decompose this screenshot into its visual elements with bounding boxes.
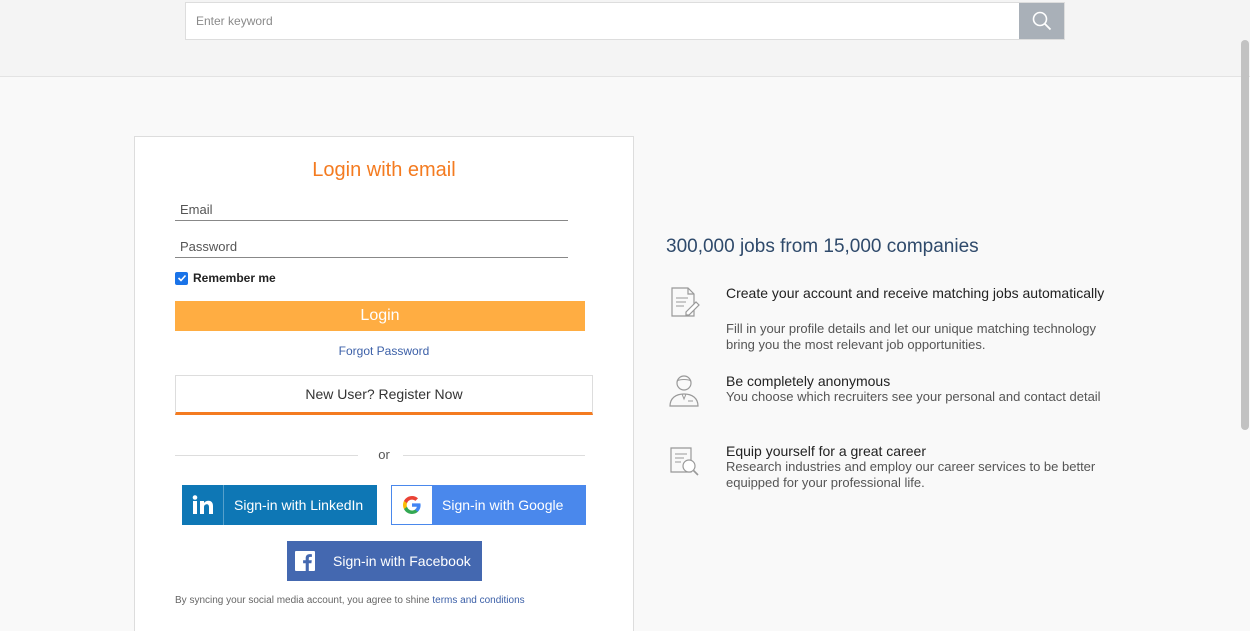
feature-description: Fill in your profile details and let our… [726, 321, 1096, 352]
password-field[interactable] [175, 236, 568, 257]
top-bar [0, 0, 1250, 77]
feature-title: Equip yourself for a great career [726, 443, 926, 459]
terms-link[interactable]: terms and conditions [432, 595, 524, 606]
search-input[interactable] [186, 3, 1020, 39]
terms-text: By syncing your social media account, yo… [175, 595, 525, 606]
remember-checkbox[interactable] [175, 271, 188, 285]
document-edit-icon [666, 284, 702, 320]
forgot-password-link: Forgot Password [135, 344, 633, 358]
feature-title: Create your account and receive matching… [726, 285, 1105, 301]
email-field[interactable] [175, 199, 568, 220]
login-card: Login with email Remember me Login Forgo… [134, 136, 634, 631]
google-label: Sign-in with Google [442, 497, 564, 513]
remember-label: Remember me [193, 271, 276, 285]
linkedin-icon [182, 485, 224, 525]
scrollbar[interactable] [1241, 40, 1249, 430]
promo-panel: 300,000 jobs from 15,000 companies Creat… [666, 236, 1116, 490]
google-icon [392, 486, 432, 524]
search-button[interactable] [1019, 3, 1064, 39]
password-field-wrap [175, 236, 568, 258]
facebook-icon [287, 541, 323, 581]
document-search-icon [666, 442, 702, 478]
promo-headline: 300,000 jobs from 15,000 companies [666, 236, 979, 257]
remember-me[interactable]: Remember me [175, 271, 276, 285]
linkedin-signin-button[interactable]: Sign-in with LinkedIn [182, 485, 377, 525]
google-signin-button[interactable]: Sign-in with Google [391, 485, 586, 525]
linkedin-label: Sign-in with LinkedIn [234, 497, 364, 513]
facebook-signin-button[interactable]: Sign-in with Facebook [287, 541, 482, 581]
user-icon [666, 372, 702, 408]
login-title: Login with email [312, 159, 456, 181]
facebook-label: Sign-in with Facebook [333, 553, 471, 569]
divider-right [403, 455, 585, 456]
feature-description: Research industries and employ our caree… [726, 459, 1096, 490]
feature-title: Be completely anonymous [726, 373, 891, 389]
feature-description: You choose which recruiters see your per… [726, 389, 1101, 404]
search-icon [1032, 11, 1051, 31]
login-button[interactable]: Login [175, 301, 585, 331]
email-field-wrap [175, 199, 568, 221]
checkmark-icon [177, 274, 186, 282]
search-bar [185, 2, 1065, 40]
terms-prefix: By syncing your social media account, yo… [175, 595, 430, 606]
forgot-password-text[interactable]: Forgot Password [339, 344, 430, 358]
register-button[interactable]: New User? Register Now [175, 375, 593, 415]
